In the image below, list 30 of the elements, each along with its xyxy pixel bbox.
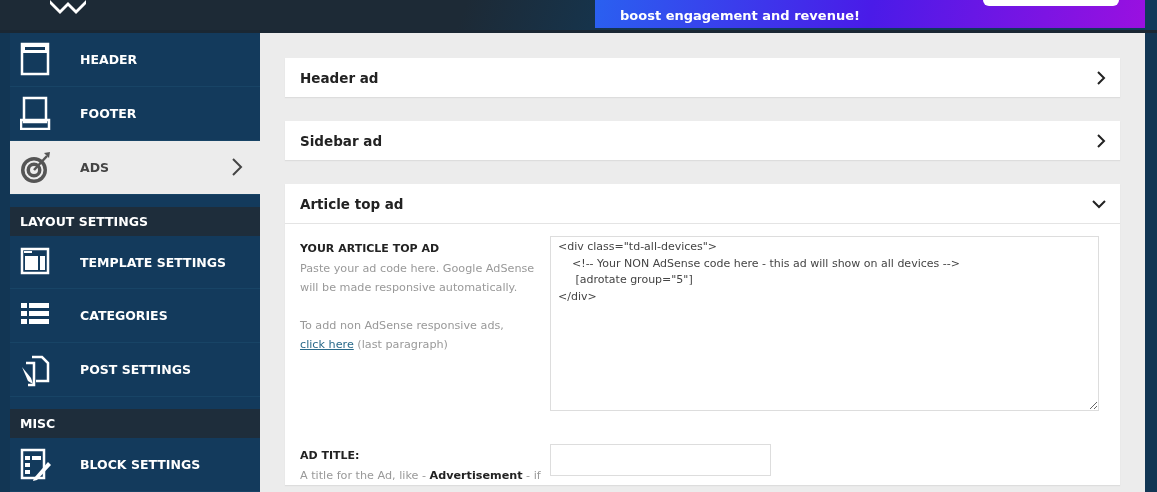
chevron-right-icon xyxy=(1096,70,1106,85)
field-note: To add non AdSense responsive ads, click here (last paragraph) xyxy=(300,318,505,353)
chevron-right-icon xyxy=(230,157,244,178)
sidebar-item[interactable]: CATEGORIES xyxy=(10,289,260,344)
pill-button[interactable] xyxy=(983,0,1119,6)
accordion-header[interactable]: Header ad xyxy=(285,58,1120,97)
accordion-header[interactable]: Sidebar ad xyxy=(285,121,1120,160)
section-heading: MISC xyxy=(10,409,260,439)
target-icon xyxy=(20,150,52,185)
footer-layout-icon xyxy=(20,96,52,131)
header-layout-icon xyxy=(20,42,52,77)
sidebar-item[interactable]: BLOCK SETTINGS xyxy=(10,438,260,492)
sidebar-item[interactable]: HEADER xyxy=(10,33,260,87)
chevron-down-icon xyxy=(1092,198,1106,209)
accordion-header[interactable]: Article top ad xyxy=(285,184,1120,223)
field-label: YOUR ARTICLE TOP AD xyxy=(300,242,441,255)
chevron-right-icon xyxy=(1096,133,1106,148)
code-textarea[interactable]: <div class="td-all-devices"> <!-- Your NON AdSense code here - this ad will show on all devices --> [adrotate group="5"] </div> xyxy=(550,236,1099,411)
field-description: Paste your ad code here. Google AdSense will be made responsive automatically. xyxy=(300,261,536,296)
logo-icon xyxy=(48,0,88,15)
sidebar-item[interactable]: FOOTER xyxy=(10,86,260,141)
section-heading: LAYOUT SETTINGS xyxy=(10,206,260,236)
banner-text: boost engagement and revenue! xyxy=(620,8,860,25)
sidebar-item[interactable]: ADS xyxy=(10,140,260,195)
click-here-link[interactable]: click here xyxy=(300,338,354,351)
ad-title-field[interactable] xyxy=(550,443,771,476)
field-description: A title for the Ad, like - Advertisement - if xyxy=(300,468,542,484)
sidebar-item[interactable]: TEMPLATE SETTINGS xyxy=(10,235,260,290)
field-label: AD TITLE: xyxy=(300,449,361,462)
block-pencil-icon xyxy=(20,447,52,482)
